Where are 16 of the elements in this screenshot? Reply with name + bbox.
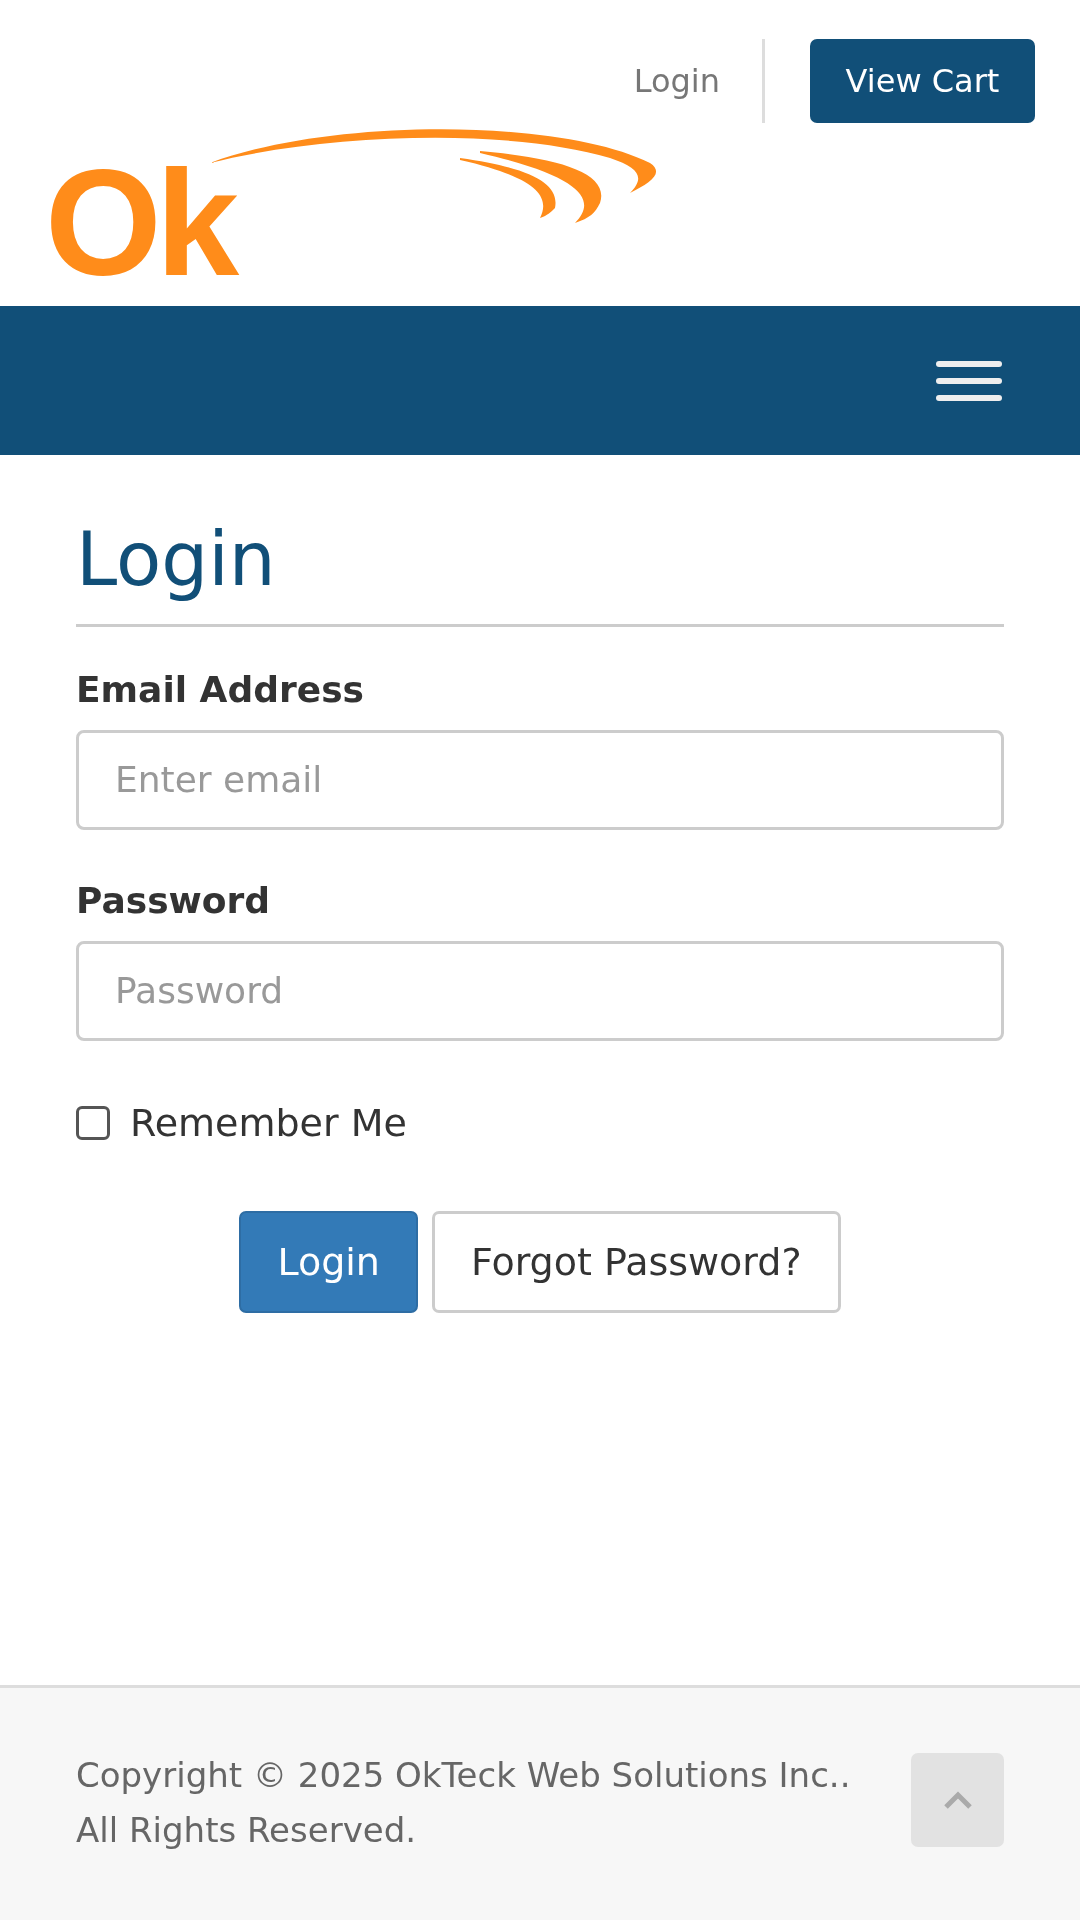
- checkbox-label: Remember Me: [130, 1100, 407, 1145]
- checkbox[interactable]: [76, 1105, 110, 1140]
- input-field[interactable]: Enter email: [76, 729, 1004, 830]
- page-title: Login: [76, 515, 276, 604]
- chevron-up-icon: [942, 1790, 973, 1810]
- field-label: Email Address: [76, 668, 365, 710]
- login-link[interactable]: Login: [633, 62, 720, 100]
- menu-icon[interactable]: [936, 360, 1002, 401]
- logo-text: Ok: [45, 148, 234, 298]
- field-label: Password: [76, 879, 271, 921]
- login-button[interactable]: Login: [239, 1210, 418, 1313]
- view-cart-button[interactable]: View Cart: [810, 39, 1035, 123]
- forgot-password-button[interactable]: Forgot Password?: [431, 1210, 841, 1313]
- copyright-text: All Rights Reserved.: [76, 1809, 417, 1852]
- input-field[interactable]: Password: [76, 940, 1004, 1041]
- copyright-text: Copyright © 2025 OkTeck Web Solutions Inc..: [76, 1754, 851, 1797]
